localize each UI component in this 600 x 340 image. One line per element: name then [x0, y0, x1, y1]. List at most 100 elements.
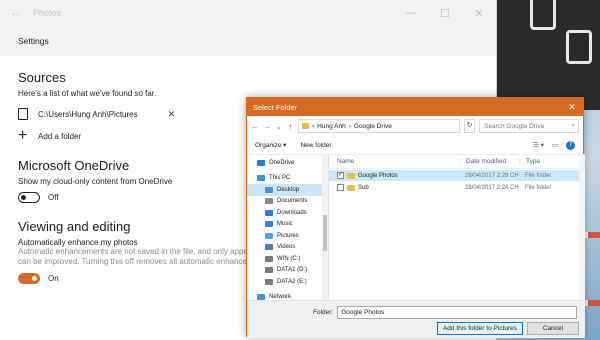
search-placeholder: Search Google Drive — [484, 122, 545, 130]
background-scoreboard — [490, 0, 600, 110]
back-icon[interactable]: ← — [251, 122, 259, 131]
nav-item[interactable]: Pictures — [247, 230, 328, 242]
file-name: Sub — [358, 184, 369, 191]
downloads-icon — [265, 209, 273, 216]
file-type: File folder — [525, 184, 552, 191]
nav-scrollbar[interactable] — [322, 155, 328, 301]
nav-item-label: This PC — [269, 175, 291, 182]
address-row: ← → ⌄ ↑ › Hung Anh › Google Drive ↻ Sear… — [247, 116, 583, 136]
drive-icon — [265, 278, 273, 285]
breadcrumb-separator: › — [312, 122, 315, 130]
folder-icon — [302, 123, 309, 129]
recent-dropdown-icon[interactable]: ⌄ — [275, 122, 283, 131]
maximize-button[interactable]: ☐ — [428, 7, 462, 20]
organize-button[interactable]: Organize ▾ — [255, 141, 286, 149]
folder-field: Folder: — [313, 306, 578, 319]
computer-icon — [257, 175, 265, 182]
page-title: Settings — [18, 36, 49, 46]
file-date: 28/04/2017 2:24 CH — [465, 184, 519, 191]
source-folder-path: C:\Users\Hung Anh\Pictures — [38, 109, 138, 119]
file-row[interactable]: Sub 28/04/2017 2:24 CH File folder — [329, 182, 585, 193]
settings-header: Settings — [0, 26, 496, 56]
file-name-cell: ✓ Google Photos — [329, 172, 459, 179]
nav-item-label: WIN (C:) — [277, 255, 301, 262]
search-icon: ⌕ — [571, 122, 575, 129]
navigation-pane: OneDrive This PC Desktop Documents Downloads… — [247, 155, 329, 301]
pane-toggle-icon[interactable]: ▭ — [552, 141, 558, 149]
nav-item[interactable]: Downloads — [247, 207, 328, 219]
folder-icon — [347, 184, 355, 191]
back-arrow-icon[interactable]: ← — [10, 7, 21, 19]
nav-item[interactable]: Documents — [247, 196, 328, 208]
help-icon[interactable]: ? — [566, 140, 575, 150]
nav-item[interactable]: DATA1 (D:) — [247, 265, 328, 277]
onedrive-toggle[interactable] — [18, 192, 40, 203]
sources-heading: Sources — [18, 70, 66, 85]
document-icon — [18, 108, 28, 120]
file-type: File folder — [525, 172, 552, 179]
checkbox-icon[interactable] — [337, 184, 344, 191]
file-row[interactable]: ✓ Google Photos 28/04/2017 2:28 CH File fol… — [329, 170, 585, 181]
file-date: 28/04/2017 2:28 CH — [465, 172, 519, 179]
nav-item-label: Documents — [277, 198, 308, 205]
cloud-icon — [257, 159, 265, 166]
pictures-icon — [265, 232, 273, 239]
minimize-button[interactable]: — — [394, 7, 428, 20]
column-name[interactable]: Name — [329, 158, 459, 165]
nav-scrollbar-thumb[interactable] — [323, 215, 327, 251]
enhance-toggle[interactable] — [18, 273, 40, 284]
drive-icon — [265, 255, 273, 262]
nav-item[interactable]: WIN (C:) — [247, 253, 328, 265]
enhance-toggle-state: On — [48, 274, 59, 283]
nav-item[interactable]: OneDrive — [247, 157, 328, 169]
folder-label: Folder: — [313, 309, 334, 316]
documents-icon — [265, 198, 273, 205]
view-options-icon[interactable]: ☰ ▾ — [533, 141, 544, 149]
folder-input[interactable] — [337, 306, 578, 319]
column-date[interactable]: Date modified — [459, 158, 519, 165]
list-header: Name Date modified Type — [329, 155, 585, 169]
forward-icon[interactable]: → — [263, 122, 271, 131]
nav-item[interactable]: This PC — [247, 173, 328, 185]
nav-item[interactable]: Music — [247, 219, 328, 231]
nav-item[interactable]: Desktop — [247, 184, 328, 196]
window-title: Photos — [33, 8, 62, 18]
close-button[interactable]: ✕ — [462, 7, 496, 20]
address-bar[interactable]: › Hung Anh › Google Drive — [298, 119, 460, 133]
nav-item-label: Videos — [277, 244, 296, 251]
select-folder-dialog: Select Folder ✕ ← → ⌄ ↑ › Hung Anh › Goo… — [246, 97, 585, 338]
remove-folder-button[interactable]: ✕ — [168, 109, 176, 120]
column-type[interactable]: Type — [519, 158, 540, 165]
dialog-title: Select Folder — [253, 102, 298, 112]
nav-item-label: Desktop — [277, 186, 300, 193]
folder-icon — [347, 172, 355, 179]
add-folder-to-pictures-button[interactable]: Add this folder to Pictures — [437, 322, 523, 335]
breadcrumb-google-drive[interactable]: Google Drive — [354, 123, 392, 130]
drive-icon — [265, 267, 273, 274]
nav-item[interactable]: DATA2 (E:) — [247, 276, 328, 288]
new-folder-button[interactable]: New folder — [300, 142, 331, 149]
dialog-titlebar: Select Folder ✕ — [247, 98, 583, 116]
nav-item-label: Downloads — [277, 209, 307, 216]
checkbox-icon[interactable]: ✓ — [337, 172, 344, 179]
cancel-button[interactable]: Cancel — [527, 322, 579, 335]
dialog-toolbar: Organize ▾ New folder ☰ ▾ ▭ ? — [247, 136, 583, 154]
nav-item-label: Pictures — [277, 232, 299, 239]
plus-icon: + — [18, 127, 28, 144]
photos-titlebar: ← Photos — ☐ ✕ — [0, 0, 496, 26]
up-arrow-icon[interactable]: ↑ — [287, 122, 295, 131]
nav-item[interactable]: Videos — [247, 242, 328, 254]
breadcrumb-hung-anh[interactable]: Hung Anh — [317, 123, 346, 130]
nav-item-label: OneDrive — [269, 159, 295, 166]
list-scrollbar[interactable] — [579, 155, 585, 301]
file-name: Google Photos — [358, 172, 398, 179]
search-input[interactable]: Search Google Drive ⌕ — [479, 119, 579, 133]
music-icon — [265, 221, 273, 228]
dialog-panes: OneDrive This PC Desktop Documents Downloads… — [247, 154, 585, 301]
file-rows: ✓ Google Photos 28/04/2017 2:28 CH File fol… — [329, 170, 585, 193]
dialog-close-button[interactable]: ✕ — [561, 102, 583, 113]
refresh-button[interactable]: ↻ — [464, 119, 475, 133]
breadcrumb-separator: › — [348, 122, 351, 130]
file-list: Name Date modified Type ✓ Google Photos 28… — [329, 155, 585, 301]
desktop-icon — [265, 186, 273, 193]
